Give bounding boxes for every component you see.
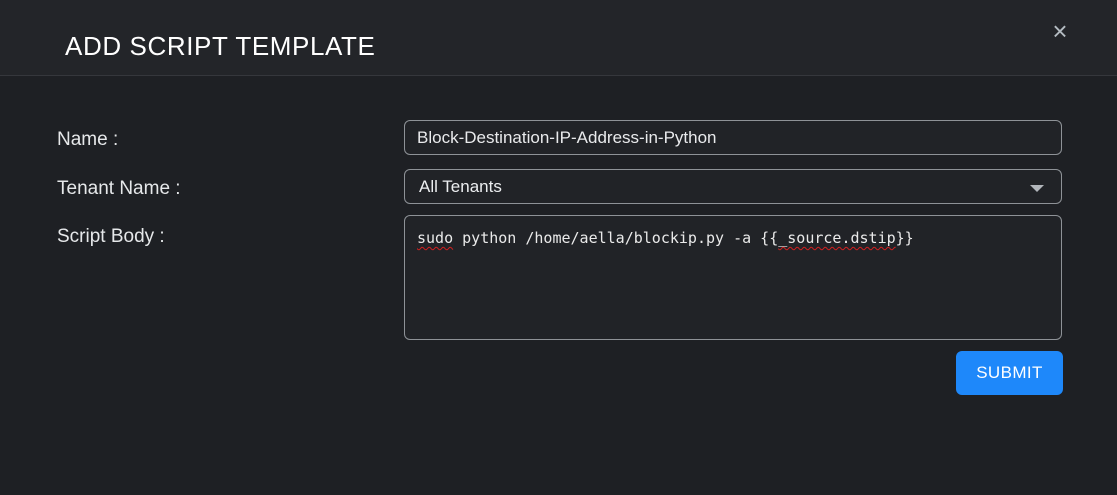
misspelled-segment: _source.dstip [778,229,895,247]
name-input[interactable] [404,120,1062,155]
misspelled-segment: sudo [417,229,453,247]
close-icon: × [1052,16,1067,46]
text-segment: }} [896,229,914,247]
add-script-template-dialog: ADD SCRIPT TEMPLATE × Name : Tenant Name… [0,0,1117,495]
chevron-down-icon [1030,185,1044,192]
tenant-select-value: All Tenants [419,177,502,196]
page-title: ADD SCRIPT TEMPLATE [65,31,375,62]
tenant-name-label: Tenant Name : [57,178,181,200]
text-segment: python /home/aella/blockip.py -a {{ [453,229,778,247]
close-button[interactable]: × [1043,14,1077,48]
name-label: Name : [57,129,118,151]
dialog-header: ADD SCRIPT TEMPLATE × [0,0,1117,76]
script-body-text: sudo python /home/aella/blockip.py -a {{… [417,229,914,247]
script-body-textarea[interactable]: sudo python /home/aella/blockip.py -a {{… [404,215,1062,340]
tenant-select[interactable]: All Tenants [404,169,1062,204]
script-body-label: Script Body : [57,226,165,248]
submit-button[interactable]: SUBMIT [956,351,1063,395]
